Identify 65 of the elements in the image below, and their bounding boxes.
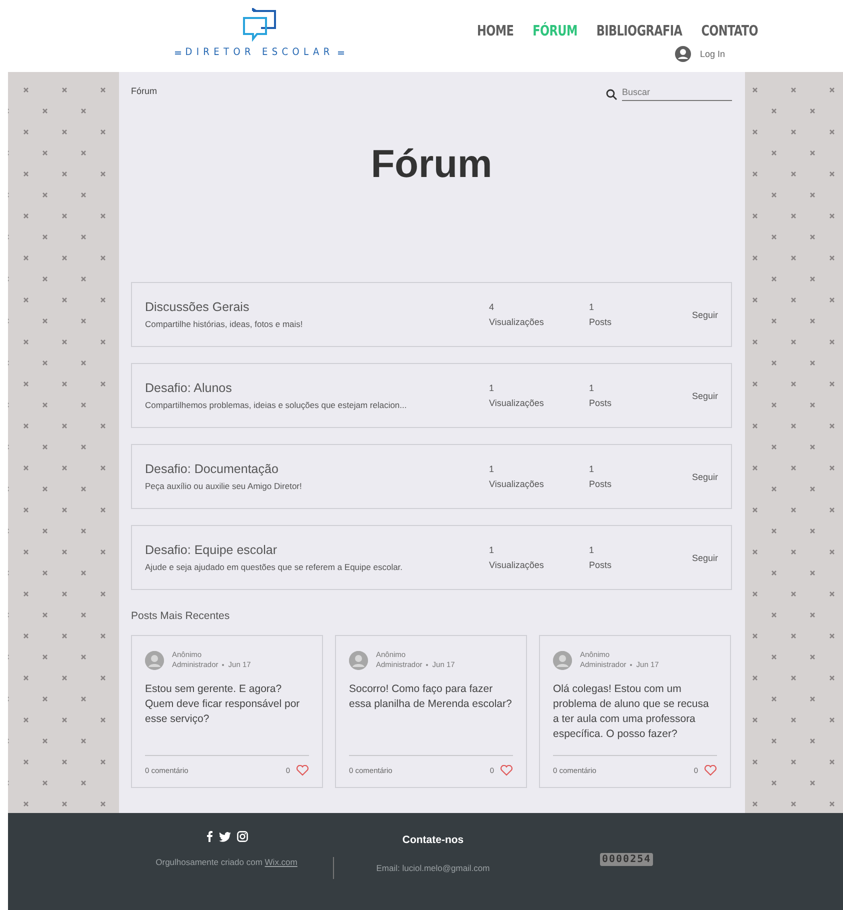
category-card[interactable]: Discussões Gerais Compartilhe histórias, ideas, fotos e mais! 4 Visualizações 1 Posts Seguir [131,282,732,347]
logo-ornament-icon [175,50,182,56]
logo-ornament-icon [338,50,344,56]
nav-link[interactable]: BIBLIOGRAFIA [596,22,682,40]
category-name[interactable]: Desafio: Alunos [145,381,489,395]
login-link[interactable]: Log In [700,49,726,59]
category-description: Peça auxílio ou auxilie seu Amigo Diretor! [145,481,303,491]
logo-text: DIRETOR ESCOLAR [185,47,334,58]
avatar-icon [553,650,572,670]
search-icon [606,88,617,100]
post-count: 1 [589,300,596,314]
post-title[interactable]: Estou sem gerente. E agora? Quem deve ficar responsável por esse serviço? [145,682,309,749]
follow-button[interactable]: Seguir [692,310,718,320]
facebook-icon[interactable] [206,831,212,842]
follow-button[interactable]: Seguir [692,390,718,400]
post-title[interactable]: Olá colegas! Estou com um problema de aluno que se recusa a ter aula com uma professora específica. O posso fazer? [553,682,717,749]
heart-icon[interactable] [296,765,309,776]
nav-link[interactable]: CONTATO [701,22,758,40]
category-name[interactable]: Desafio: Documentação [145,462,489,476]
wix-link[interactable]: Wix.com [264,857,298,867]
user-avatar-icon[interactable] [675,46,691,62]
category-description: Compartilhemos problemas, ideias e soluções que estejam relacion... [145,400,408,410]
avatar-icon [145,650,164,670]
category-description: Ajude e seja ajudado em questões que se referem a Equipe escolar. [145,562,404,572]
views-label: Visualizações [489,316,545,329]
credit-text: Orgulhosamente criado com Wix.com [156,857,298,867]
view-count: 1 [489,382,496,394]
section-heading: Posts Mais Recentes [131,610,231,622]
view-count: 4 [489,300,496,314]
category-description: Compartilhe histórias, ideas, fotos e mais! [145,319,304,329]
views-label: Visualizações [489,558,545,572]
category-card[interactable]: Desafio: Alunos Compartilhemos problemas, ideias e soluções que estejam relacion... 1 Visualizações 1 Posts Seguir [131,363,732,428]
avatar-icon [349,650,368,670]
search-field[interactable]: Buscar [622,87,732,101]
posts-label: Posts [589,558,613,572]
page-title: Fórum [370,142,494,188]
posts-label: Posts [589,396,613,410]
category-card[interactable]: Desafio: Documentação Peça auxílio ou auxilie seu Amigo Diretor! 1 Visualizações 1 Posts Seguir [131,444,732,509]
views-label: Visualizações [489,478,545,491]
posts-label: Posts [589,316,613,328]
heart-icon[interactable] [500,765,513,776]
post-count: 1 [589,462,596,476]
post-title[interactable]: Socorro! Como faço para fazer essa planilha de Merenda escolar? [349,682,513,749]
post-count: 1 [589,544,596,556]
category-name[interactable]: Desafio: Equipe escolar [145,543,489,557]
follow-button[interactable]: Seguir [692,552,718,562]
contact-heading: Contate-nos [402,834,464,846]
breadcrumb[interactable]: Fórum [131,86,158,96]
visitor-counter: 0000254 [600,853,654,866]
view-count: 1 [489,462,496,476]
view-count: 1 [489,544,496,556]
heart-icon[interactable] [704,765,717,776]
separator-dot-icon [630,664,632,666]
separator-dot-icon [426,664,428,666]
email-text: Email: luciol.melo@gmail.com [376,863,490,873]
instagram-icon[interactable] [236,831,248,842]
nav-link[interactable]: HOME [477,22,514,40]
twitter-icon[interactable] [218,832,230,842]
follow-button[interactable]: Seguir [692,472,718,482]
category-name[interactable]: Discussões Gerais [145,300,489,314]
separator-dot-icon [222,664,224,666]
views-label: Visualizações [489,396,545,410]
posts-label: Posts [589,478,613,490]
post-count: 1 [589,382,596,394]
category-card[interactable]: Desafio: Equipe escolar Ajude e seja ajudado em questões que se referem a Equipe escolar. 1 Visualizações 1 Posts Seguir [131,525,732,590]
